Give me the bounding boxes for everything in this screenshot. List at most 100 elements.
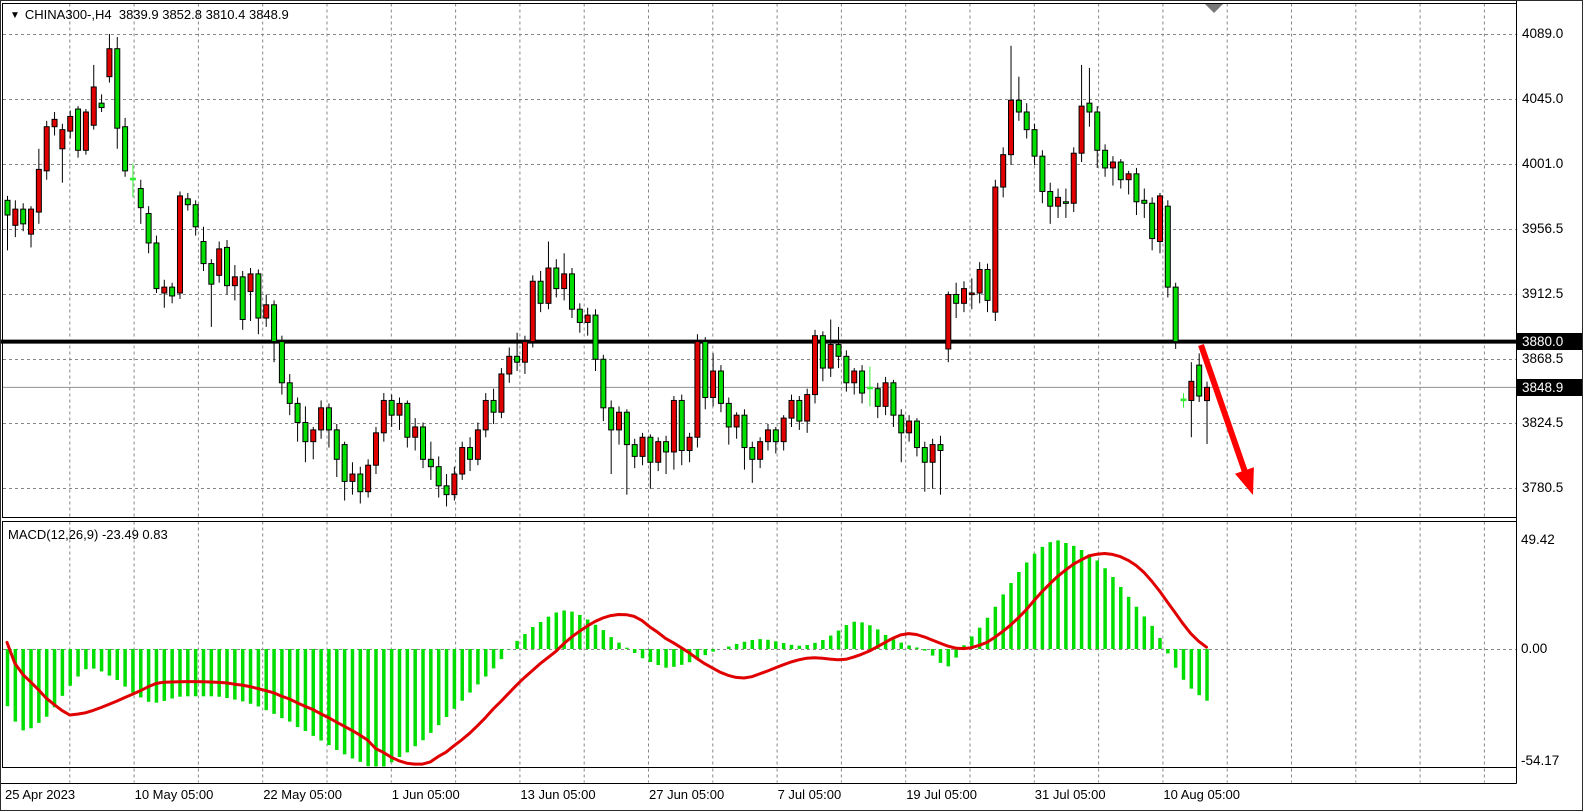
candle: [1056, 189, 1061, 218]
candle: [954, 283, 959, 318]
candle: [852, 368, 857, 394]
price-axis-tick: 4045.0: [1522, 91, 1563, 106]
candle: [601, 355, 606, 421]
hline-price-label: 3880.0: [1517, 333, 1583, 350]
price-axis-tick: 4001.0: [1522, 156, 1563, 171]
macd-histogram: [8, 540, 1208, 766]
candle: [295, 398, 300, 442]
price-axis-tick: 3780.5: [1522, 480, 1563, 495]
price-axis-tick: 3956.5: [1522, 221, 1563, 236]
candle: [648, 434, 653, 488]
candle: [758, 437, 763, 468]
candle: [765, 424, 770, 450]
candle: [193, 200, 198, 235]
time-axis-label: 31 Jul 05:00: [1035, 787, 1106, 802]
candle: [734, 412, 739, 438]
candlestick-series: [5, 34, 1210, 506]
symbol-ohlc-bar: ▼CHINA300-,H4 3839.9 3852.8 3810.4 3848.…: [10, 7, 289, 22]
scroll-marker-icon[interactable]: [1205, 4, 1223, 13]
candle: [5, 196, 10, 250]
candle: [397, 398, 402, 430]
macd-values: -23.49 0.83: [102, 527, 168, 542]
time-axis-label: 19 Jul 05:00: [906, 787, 977, 802]
candle: [185, 193, 190, 211]
candle: [1126, 171, 1131, 195]
candle: [538, 271, 543, 312]
candle: [860, 365, 865, 403]
time-axis-label: 10 Aug 05:00: [1163, 787, 1240, 802]
candle: [1024, 103, 1029, 138]
candle: [1173, 283, 1178, 349]
candle: [1103, 144, 1108, 176]
candle: [789, 395, 794, 427]
candle: [138, 180, 143, 224]
macd-name: MACD(12,26,9): [8, 527, 98, 542]
candle: [930, 439, 935, 489]
candle: [162, 280, 167, 308]
price-axis-tick: 4089.0: [1522, 26, 1563, 41]
candle: [350, 462, 355, 494]
candle: [1197, 353, 1202, 402]
candle: [781, 415, 786, 450]
candle: [444, 474, 449, 506]
candle: [742, 409, 747, 469]
candle: [468, 437, 473, 471]
candle: [695, 334, 700, 447]
candle: [1165, 200, 1170, 297]
macd-axis-tick: 49.42: [1521, 532, 1555, 547]
candle: [726, 398, 731, 445]
candle: [319, 400, 324, 438]
candle: [1040, 150, 1045, 203]
candle: [460, 442, 465, 480]
candle: [83, 109, 88, 155]
candle: [562, 253, 567, 300]
candle: [217, 242, 222, 283]
candle: [1087, 68, 1092, 127]
chart-canvas[interactable]: [1, 1, 1583, 811]
candle: [1181, 393, 1186, 408]
candle: [1189, 362, 1194, 437]
candle: [687, 433, 692, 462]
candle: [130, 164, 135, 198]
candle: [201, 227, 206, 271]
price-axis-tick: 3868.5: [1522, 351, 1563, 366]
candle: [1016, 77, 1021, 121]
candle: [491, 389, 496, 424]
candle: [569, 268, 574, 318]
macd-axis-tick: 0.00: [1521, 641, 1547, 656]
candle: [867, 367, 872, 407]
candle: [1150, 197, 1155, 250]
candle: [107, 34, 112, 83]
candle: [1118, 159, 1123, 188]
candle: [115, 37, 120, 149]
candle: [405, 400, 410, 447]
time-axis-label: 13 Jun 05:00: [520, 787, 595, 802]
candle: [60, 124, 65, 183]
candle: [483, 393, 488, 437]
candle: [1205, 382, 1210, 444]
candle: [99, 94, 104, 112]
candle: [977, 262, 982, 303]
candle: [366, 459, 371, 497]
candle: [664, 436, 669, 474]
candle: [52, 112, 57, 136]
candle: [985, 264, 990, 313]
candle: [452, 467, 457, 501]
candle: [248, 268, 253, 321]
candle: [1095, 106, 1100, 168]
candle: [373, 427, 378, 474]
candle: [899, 409, 904, 462]
candle: [381, 393, 386, 442]
candle: [891, 380, 896, 427]
candle: [1110, 156, 1115, 185]
candle: [303, 406, 308, 462]
candle: [820, 331, 825, 381]
candle: [170, 283, 175, 304]
candle: [311, 427, 316, 459]
candle: [546, 242, 551, 310]
candle: [805, 389, 810, 433]
candle: [475, 423, 480, 466]
candle: [522, 336, 527, 374]
candle: [813, 330, 818, 404]
symbol-dropdown-icon[interactable]: ▼: [10, 10, 20, 21]
